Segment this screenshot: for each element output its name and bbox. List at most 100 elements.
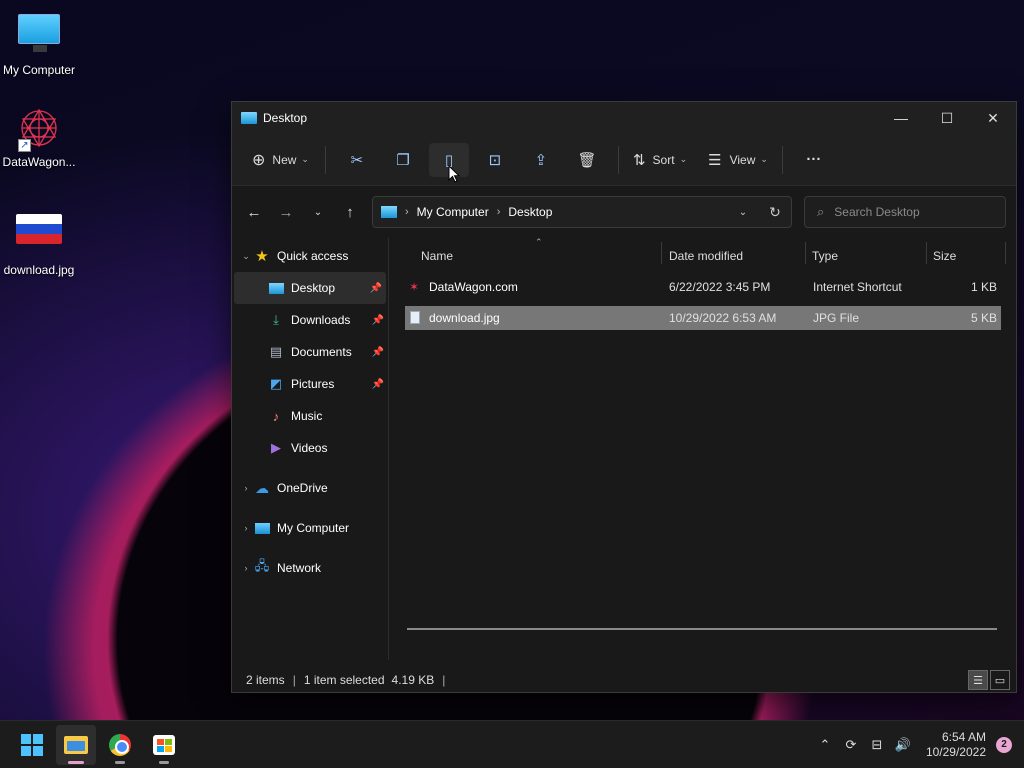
nav-item-label: Music <box>291 409 323 423</box>
breadcrumb-my-computer[interactable]: My Computer <box>417 205 489 219</box>
more-dots-icon: ··· <box>806 151 822 168</box>
copy-icon: ❐ <box>396 151 410 169</box>
large-icons-view-button[interactable]: ▭ <box>990 670 1010 690</box>
documents-icon: ▤ <box>269 344 283 359</box>
address-bar[interactable]: › My Computer › Desktop ⌄ ↻ <box>372 196 792 228</box>
chevron-down-icon[interactable]: ⌄ <box>238 251 254 262</box>
back-button[interactable]: ← <box>238 196 270 228</box>
column-header-date[interactable]: Date modified <box>669 249 743 263</box>
new-button[interactable]: ⊕ New ⌄ <box>244 143 317 177</box>
recent-locations-button[interactable]: ⌄ <box>302 196 334 228</box>
sort-button[interactable]: ⇅ Sort ⌄ <box>627 143 693 177</box>
system-tray: ⌃ ⟳ ⊟ 🔊 6:54 AM 10/29/2022 2 <box>812 721 1024 768</box>
column-header-type[interactable]: Type <box>812 249 838 263</box>
breadcrumb-chevron-icon: › <box>496 206 501 218</box>
share-button[interactable]: ⇪ <box>521 143 561 177</box>
nav-item-videos[interactable]: ▶ Videos <box>232 432 388 464</box>
title-bar[interactable]: Desktop — ☐ ✕ <box>232 102 1016 134</box>
copy-button[interactable]: ❐ <box>383 143 423 177</box>
clock-time: 6:54 AM <box>941 729 986 744</box>
downloads-icon: ⤓ <box>273 312 279 327</box>
search-box[interactable]: ⌕ <box>804 196 1006 228</box>
nav-item-onedrive[interactable]: › ☁ OneDrive <box>232 472 388 504</box>
rename-icon: ⊡ <box>488 151 502 169</box>
jpg-file-icon <box>409 311 423 325</box>
nav-item-pictures[interactable]: ◩ Pictures 📌 <box>232 368 388 400</box>
russian-flag-image-icon <box>16 214 62 260</box>
arrow-right-icon: → <box>278 203 294 221</box>
column-divider[interactable] <box>661 242 662 264</box>
minimize-button[interactable]: — <box>878 102 924 134</box>
shortcut-arrow-icon: ↗ <box>18 139 31 152</box>
store-icon <box>153 734 175 755</box>
network-status-icon[interactable]: ⊟ <box>865 737 889 753</box>
nav-item-my-computer[interactable]: › My Computer <box>232 512 388 544</box>
maximize-button[interactable]: ☐ <box>924 102 970 134</box>
desktop-icon-datawagon[interactable]: ↗ DataWagon... <box>0 106 78 169</box>
horizontal-scrollbar[interactable] <box>407 628 997 630</box>
table-row[interactable]: ✶ DataWagon.com 6/22/2022 3:45 PM Intern… <box>405 275 1001 299</box>
nav-item-downloads[interactable]: ⤓ Downloads 📌 <box>232 304 388 336</box>
taskbar-chrome[interactable] <box>100 725 140 765</box>
nav-item-label: Quick access <box>277 249 349 263</box>
nav-item-music[interactable]: ♪ Music <box>232 400 388 432</box>
pin-icon: 📌 <box>369 282 382 294</box>
nav-item-label: Network <box>277 561 322 575</box>
chevron-right-icon[interactable]: › <box>238 563 254 573</box>
chevron-right-icon[interactable]: › <box>238 483 254 493</box>
desktop-folder-icon <box>268 280 284 296</box>
internet-shortcut-icon: ✶ <box>409 280 420 294</box>
chevron-down-icon: ⌄ <box>679 154 688 164</box>
notification-badge[interactable]: 2 <box>996 736 1012 753</box>
forward-button[interactable]: → <box>270 196 302 228</box>
cut-button[interactable]: ✂ <box>337 143 377 177</box>
sync-icon[interactable]: ⟳ <box>839 737 863 753</box>
refresh-icon[interactable]: ↻ <box>759 204 791 221</box>
pin-icon: 📌 <box>371 378 384 390</box>
desktop-icon-download-jpg[interactable]: download.jpg <box>0 206 78 277</box>
column-header-name[interactable]: Name <box>421 249 453 263</box>
rename-button[interactable]: ⊡ <box>475 143 515 177</box>
scissors-icon: ✂ <box>350 151 364 169</box>
column-divider[interactable] <box>1005 242 1006 264</box>
view-button-label: View <box>729 152 756 167</box>
details-view-button[interactable]: ☰ <box>968 670 988 690</box>
nav-quick-access[interactable]: ⌄ ★ Quick access <box>232 240 388 272</box>
monitor-icon <box>254 520 270 536</box>
network-icon: 🖧 <box>254 558 270 573</box>
desktop-icon-my-computer[interactable]: My Computer <box>0 10 78 77</box>
list-lines-icon: ☰ <box>708 151 722 169</box>
toolbar-divider <box>617 145 619 174</box>
see-more-button[interactable]: ··· <box>794 143 834 177</box>
column-header-size[interactable]: Size <box>933 249 956 263</box>
status-separator: | <box>442 673 446 687</box>
address-history-chevron-icon[interactable]: ⌄ <box>727 207 759 218</box>
nav-item-desktop[interactable]: Desktop 📌 <box>234 272 386 304</box>
toolbar-divider <box>781 145 783 174</box>
volume-icon[interactable]: 🔊 <box>891 737 915 753</box>
search-input[interactable] <box>834 205 985 219</box>
clock[interactable]: 6:54 AM 10/29/2022 <box>926 730 986 760</box>
pictures-icon: ◩ <box>269 376 283 391</box>
nav-item-network[interactable]: › 🖧 Network <box>232 552 388 584</box>
nav-item-documents[interactable]: ▤ Documents 📌 <box>232 336 388 368</box>
show-hidden-icons-chevron-icon[interactable]: ⌃ <box>813 737 837 753</box>
taskbar-file-explorer[interactable] <box>56 724 96 765</box>
up-button[interactable]: ↑ <box>334 196 366 228</box>
close-button[interactable]: ✕ <box>970 102 1016 134</box>
column-divider[interactable] <box>926 242 927 264</box>
mouse-cursor-icon <box>448 165 460 183</box>
start-button[interactable] <box>12 725 52 765</box>
command-bar: ⊕ New ⌄ ✂ ❐ ▯ ⊡ ⇪ 🗑 ⇅ Sort ⌄ ☰ View ⌄ ··… <box>232 134 1016 186</box>
table-row[interactable]: download.jpg 10/29/2022 6:53 AM JPG File… <box>405 306 1001 330</box>
taskbar-store[interactable] <box>144 725 184 765</box>
chevron-right-icon[interactable]: › <box>238 523 254 533</box>
breadcrumb-desktop[interactable]: Desktop <box>508 205 552 219</box>
running-indicator <box>68 760 84 764</box>
column-divider[interactable] <box>805 242 806 264</box>
delete-button[interactable]: 🗑 <box>567 143 607 177</box>
view-button[interactable]: ☰ View ⌄ <box>702 143 774 177</box>
nav-item-label: Documents <box>291 345 352 359</box>
sort-ascending-icon: ⌃ <box>535 237 543 247</box>
running-indicator <box>115 760 125 764</box>
